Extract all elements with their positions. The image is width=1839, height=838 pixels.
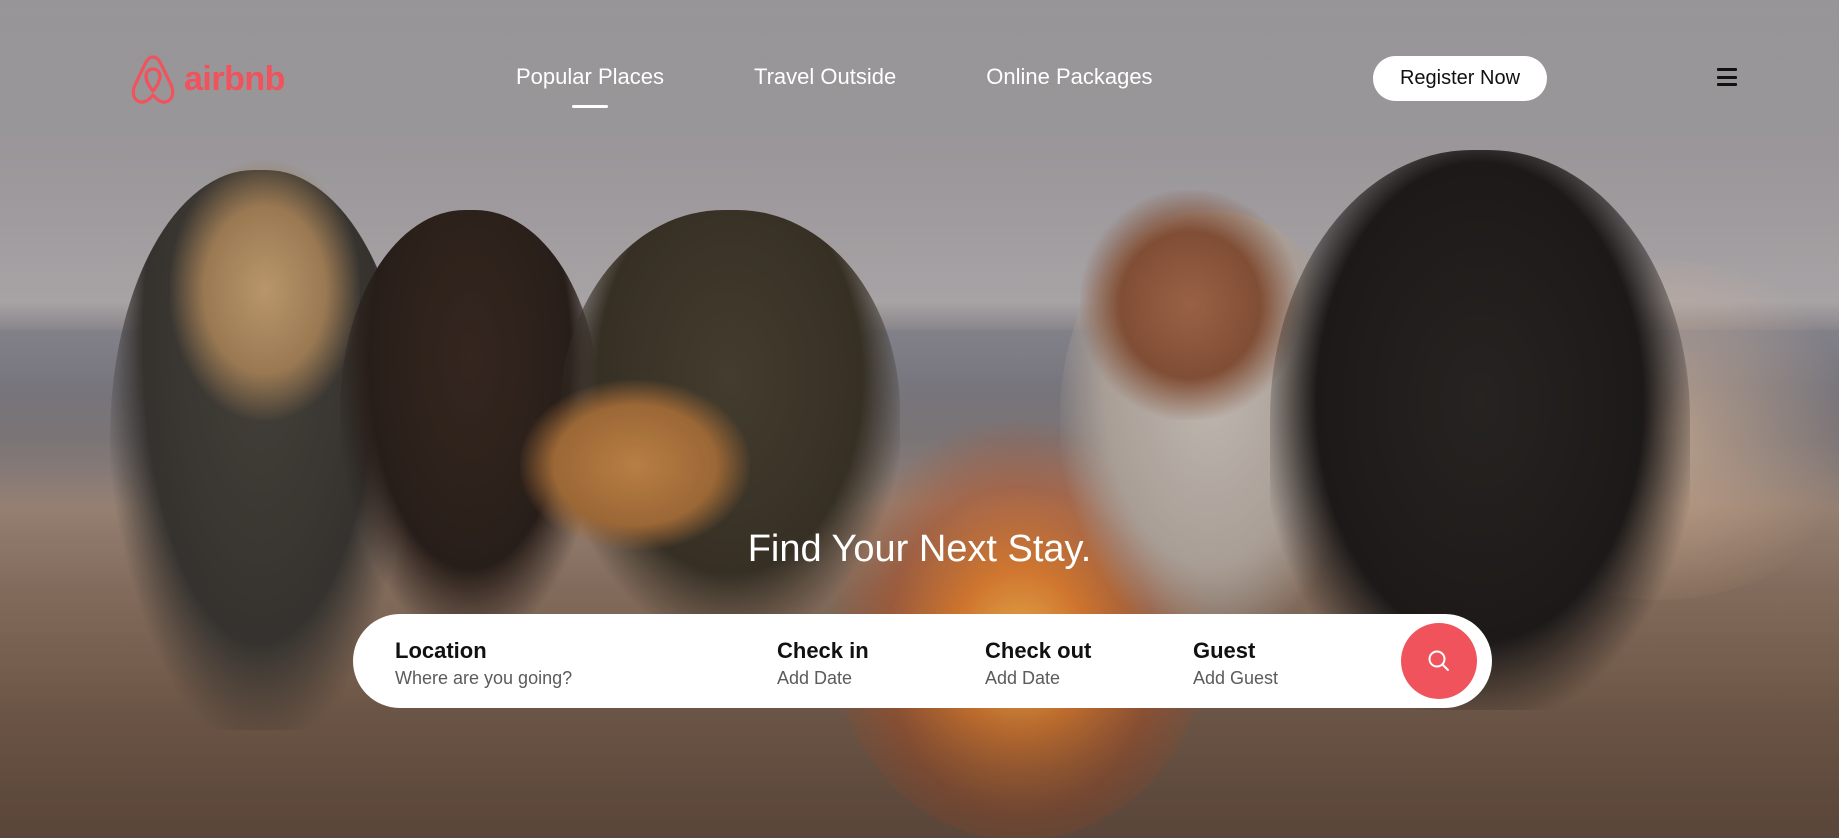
main-nav: Popular Places Travel Outside Online Pac… [516, 64, 1153, 90]
brand-name: airbnb [184, 59, 285, 98]
check-in-field[interactable]: Check in Add Date [777, 638, 957, 689]
check-in-label: Check in [777, 638, 869, 663]
check-out-label: Check out [985, 638, 1092, 663]
hero-background-image [0, 0, 1839, 838]
airbnb-logo-icon [131, 55, 175, 104]
check-out-field[interactable]: Check out Add Date [985, 638, 1165, 689]
nav-popular-places[interactable]: Popular Places [516, 64, 664, 90]
guest-label: Guest [1193, 638, 1256, 663]
register-now-button[interactable]: Register Now [1373, 56, 1547, 101]
check-out-value[interactable]: Add Date [985, 668, 1165, 689]
nav-travel-outside[interactable]: Travel Outside [754, 64, 896, 90]
nav-online-packages[interactable]: Online Packages [986, 64, 1152, 90]
brand-logo[interactable]: airbnb [130, 54, 285, 104]
menu-bar [1717, 68, 1737, 71]
search-icon [1428, 650, 1449, 671]
hamburger-menu-icon[interactable] [1717, 68, 1737, 86]
guest-field[interactable]: Guest Add Guest [1193, 638, 1373, 689]
check-in-value[interactable]: Add Date [777, 668, 957, 689]
menu-bar [1717, 75, 1737, 79]
hero-overlay [0, 0, 1839, 838]
hero-headline: Find Your Next Stay. [747, 528, 1092, 570]
location-field[interactable]: Location Where are you going? [395, 638, 735, 689]
location-label: Location [395, 638, 487, 663]
search-button[interactable] [1401, 623, 1477, 699]
search-bar: Location Where are you going? Check in A… [353, 614, 1492, 708]
menu-bar [1717, 83, 1737, 86]
location-input[interactable]: Where are you going? [395, 668, 735, 689]
guest-value[interactable]: Add Guest [1193, 668, 1373, 689]
